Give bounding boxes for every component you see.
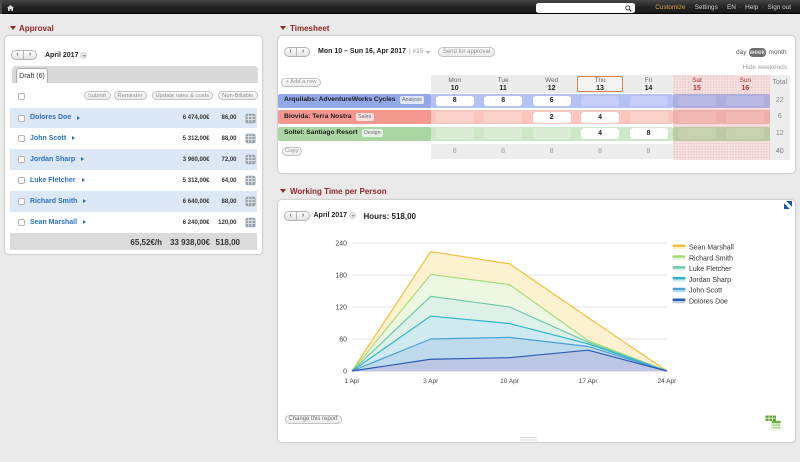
svg-text:Sean Marshall: Sean Marshall — [689, 245, 734, 252]
svg-text:240: 240 — [335, 241, 347, 248]
svg-text:1 Apr: 1 Apr — [344, 378, 360, 385]
svg-text:John Scott: John Scott — [689, 288, 722, 295]
svg-text:3 Apr: 3 Apr — [423, 378, 439, 385]
svg-text:60: 60 — [339, 337, 347, 344]
svg-text:Luke Fletcher: Luke Fletcher — [689, 266, 732, 273]
svg-text:Dolores Doe: Dolores Doe — [689, 299, 728, 306]
svg-text:Jordan Sharp: Jordan Sharp — [689, 277, 731, 284]
svg-text:120: 120 — [335, 305, 347, 312]
svg-text:Richard Smith: Richard Smith — [689, 255, 733, 262]
svg-text:17 Apr: 17 Apr — [579, 378, 599, 385]
svg-text:10 Apr: 10 Apr — [500, 378, 520, 385]
svg-text:0: 0 — [343, 369, 347, 376]
svg-text:180: 180 — [335, 273, 347, 280]
svg-text:24 Apr: 24 Apr — [658, 378, 678, 385]
